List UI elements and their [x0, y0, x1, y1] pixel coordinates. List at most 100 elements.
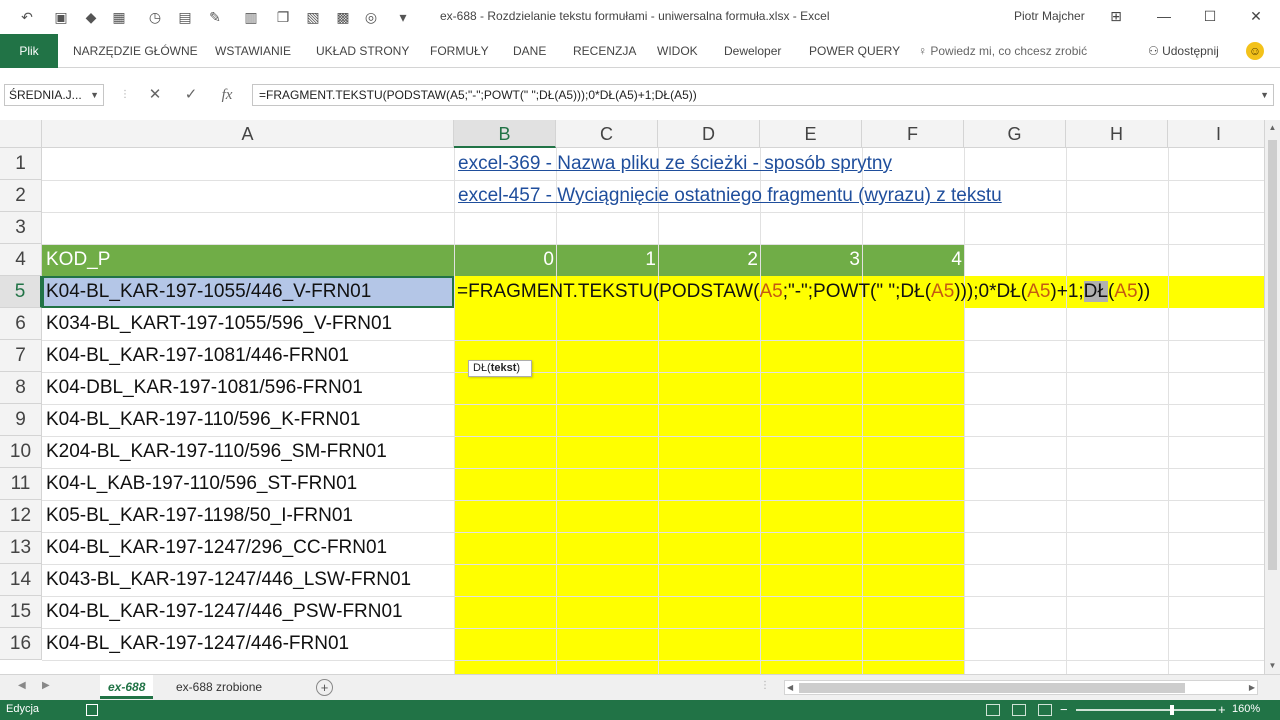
expand-formula-icon[interactable]: ▼: [1260, 85, 1269, 105]
row-header-16[interactable]: 16: [0, 628, 42, 660]
enter-icon[interactable]: ✓: [178, 84, 204, 106]
column-header-b[interactable]: B: [454, 120, 556, 148]
picture-icon[interactable]: ▩: [332, 7, 354, 27]
column-header-f[interactable]: F: [862, 120, 964, 148]
clock-icon[interactable]: ◷: [144, 7, 166, 27]
close-icon[interactable]: ✕: [1238, 4, 1274, 28]
tab-page-layout[interactable]: UKŁAD STRONY: [316, 34, 409, 68]
cell-a10[interactable]: K204-BL_KAR-197-110/596_SM-FRN01: [46, 436, 387, 468]
cell-a13[interactable]: K04-BL_KAR-197-1247/296_CC-FRN01: [46, 532, 387, 564]
cell-b5-edit[interactable]: =FRAGMENT.TEKSTU(PODSTAW(A5;"-";POWT(" "…: [454, 276, 1150, 308]
add-sheet-icon[interactable]: +: [316, 679, 333, 696]
restore-icon[interactable]: ☐: [1192, 4, 1228, 28]
tell-me-box[interactable]: ♀ Powiedz mi, co chcesz zrobić: [918, 34, 1087, 68]
hscroll-thumb[interactable]: [799, 683, 1185, 693]
undo-icon[interactable]: ↶: [16, 7, 38, 27]
cell-a16[interactable]: K04-BL_KAR-197-1247/446-FRN01: [46, 628, 349, 660]
customize-qat-icon[interactable]: ▾: [392, 7, 414, 27]
header-number-2[interactable]: 2: [718, 244, 758, 276]
tab-home[interactable]: NARZĘDZIE GŁÓWNE: [73, 34, 198, 68]
shape-icon[interactable]: ◎: [360, 7, 382, 27]
user-name[interactable]: Piotr Majcher: [1014, 9, 1085, 23]
minimize-icon[interactable]: —: [1146, 4, 1182, 28]
cell-a7[interactable]: K04-BL_KAR-197-1081/446-FRN01: [46, 340, 349, 372]
share-button[interactable]: ⚇ Udostępnij: [1148, 34, 1219, 68]
header-number-0[interactable]: 0: [514, 244, 554, 276]
zoom-in-icon[interactable]: +: [1218, 702, 1226, 717]
column-header-g[interactable]: G: [964, 120, 1066, 148]
scroll-left-icon[interactable]: ◀: [787, 681, 793, 694]
tab-power-query[interactable]: POWER QUERY: [809, 34, 900, 68]
sheet-tab-ex-688[interactable]: ex-688: [100, 675, 154, 699]
scroll-down-icon[interactable]: ▼: [1265, 658, 1280, 674]
column-header-e[interactable]: E: [760, 120, 862, 148]
cell-a5[interactable]: K04-BL_KAR-197-1055/446_V-FRN01: [46, 276, 371, 308]
cell-a6[interactable]: K034-BL_KART-197-1055/596_V-FRN01: [46, 308, 392, 340]
macro-record-icon[interactable]: [86, 704, 98, 716]
row-header-3[interactable]: 3: [0, 212, 42, 244]
row-header-9[interactable]: 9: [0, 404, 42, 436]
ribbon-options-icon[interactable]: ⊞: [1098, 4, 1134, 28]
header-number-4[interactable]: 4: [922, 244, 962, 276]
scroll-up-icon[interactable]: ▲: [1265, 120, 1280, 136]
column-header-c[interactable]: C: [556, 120, 658, 148]
hyperlink-excel-369[interactable]: excel-369 - Nazwa pliku ze ścieżki - spo…: [458, 148, 892, 180]
cell-a11[interactable]: K04-L_KAB-197-110/596_ST-FRN01: [46, 468, 357, 500]
scroll-right-icon[interactable]: ▶: [1249, 681, 1255, 694]
name-box[interactable]: ŚREDNIA.J... ▼: [4, 84, 104, 106]
grid-icon[interactable]: ▤: [174, 7, 196, 27]
select-all-corner[interactable]: [0, 120, 42, 148]
row-header-14[interactable]: 14: [0, 564, 42, 596]
row-header-15[interactable]: 15: [0, 596, 42, 628]
hyperlink-excel-457[interactable]: excel-457 - Wyciągnięcie ostatniego frag…: [458, 180, 1002, 212]
eraser-icon[interactable]: ◆: [80, 7, 102, 27]
row-header-2[interactable]: 2: [0, 180, 42, 212]
scroll-thumb[interactable]: [1268, 140, 1277, 570]
feedback-smile-icon[interactable]: ☺: [1246, 42, 1264, 60]
chevron-down-icon[interactable]: ▼: [90, 85, 99, 105]
tab-view[interactable]: WIDOK: [657, 34, 698, 68]
zoom-level[interactable]: 160%: [1232, 703, 1260, 715]
header-number-3[interactable]: 3: [820, 244, 860, 276]
format-icon[interactable]: ▦: [108, 7, 130, 27]
row-header-8[interactable]: 8: [0, 372, 42, 404]
sheet-next-icon[interactable]: ▶: [42, 680, 50, 691]
row-header-11[interactable]: 11: [0, 468, 42, 500]
header-kod-p[interactable]: KOD_P: [46, 244, 110, 276]
worksheet-grid[interactable]: A B C D E F G H I 1 2 3 4 5 6 7 8 9 10 1…: [0, 120, 1264, 674]
tab-review[interactable]: RECENZJA: [573, 34, 636, 68]
cell-a12[interactable]: K05-BL_KAR-197-1198/50_I-FRN01: [46, 500, 353, 532]
formula-input[interactable]: =FRAGMENT.TEKSTU(PODSTAW(A5;"-";POWT(" "…: [252, 84, 1274, 106]
page-layout-view-icon[interactable]: [1012, 704, 1026, 716]
column-header-d[interactable]: D: [658, 120, 760, 148]
row-header-12[interactable]: 12: [0, 500, 42, 532]
tooltip-argument[interactable]: tekst: [491, 362, 517, 374]
tab-insert[interactable]: WSTAWIANIE: [215, 34, 291, 68]
row-header-13[interactable]: 13: [0, 532, 42, 564]
row-header-5[interactable]: 5: [0, 276, 42, 308]
tab-formulas[interactable]: FORMUŁY: [430, 34, 489, 68]
text-icon[interactable]: ▧: [302, 7, 324, 27]
cell-a14[interactable]: K043-BL_KAR-197-1247/446_LSW-FRN01: [46, 564, 411, 596]
cancel-icon[interactable]: ✕: [142, 84, 168, 106]
row-header-7[interactable]: 7: [0, 340, 42, 372]
sheet-tab-ex-688-zrobione[interactable]: ex-688 zrobione: [168, 675, 270, 699]
row-header-6[interactable]: 6: [0, 308, 42, 340]
save-icon[interactable]: ▣: [50, 7, 72, 27]
page-break-view-icon[interactable]: [1038, 704, 1052, 716]
insert-function-icon[interactable]: fx: [214, 84, 240, 106]
column-header-a[interactable]: A: [42, 120, 454, 148]
cell-a9[interactable]: K04-BL_KAR-197-110/596_K-FRN01: [46, 404, 360, 436]
copy-icon[interactable]: ❐: [272, 7, 294, 27]
sheet-prev-icon[interactable]: ◀: [18, 680, 26, 691]
zoom-slider-knob[interactable]: [1170, 705, 1174, 715]
vertical-scrollbar[interactable]: ▲ ▼: [1264, 120, 1280, 674]
tab-developer[interactable]: Deweloper: [724, 34, 781, 68]
header-number-1[interactable]: 1: [616, 244, 656, 276]
function-tooltip[interactable]: DŁ(tekst): [468, 360, 532, 377]
zoom-slider[interactable]: [1076, 709, 1216, 711]
row-header-1[interactable]: 1: [0, 148, 42, 180]
row-header-4[interactable]: 4: [0, 244, 42, 276]
file-tab[interactable]: Plik: [0, 34, 58, 68]
horizontal-scrollbar[interactable]: ◀ ▶: [784, 680, 1258, 695]
